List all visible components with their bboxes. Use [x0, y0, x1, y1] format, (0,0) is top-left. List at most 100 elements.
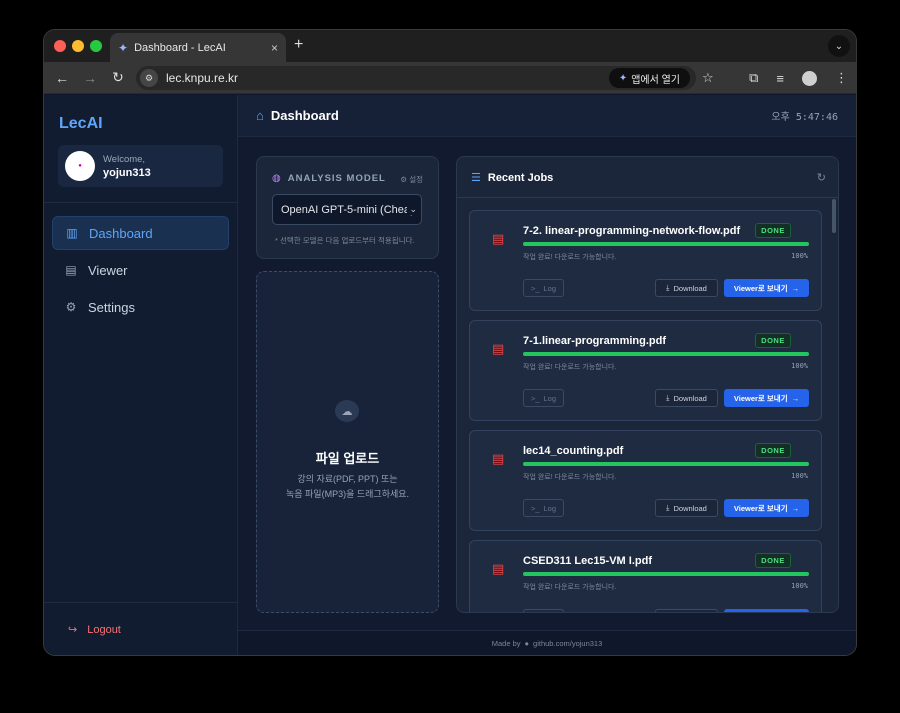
progress-fill [523, 352, 809, 356]
send-to-viewer-label: Viewer로 보내기 [733, 503, 788, 513]
welcome-text: Welcome, [103, 153, 146, 165]
model-settings-link[interactable]: ⚙ 설정 [400, 174, 423, 185]
log-button[interactable]: >_Log [523, 279, 564, 297]
upload-dropzone[interactable]: ☁ 파일 업로드 강의 자료(PDF, PPT) 또는 녹음 파일(MP3)을 … [256, 271, 439, 613]
download-label: Download [673, 283, 707, 293]
sidebar-item-dashboard[interactable]: ▥ Dashboard [52, 216, 229, 250]
new-tab-button[interactable]: + [294, 36, 303, 54]
refresh-icon[interactable]: ↻ [817, 171, 826, 184]
browser-tab[interactable]: ✦ Dashboard - LecAI × [110, 33, 286, 62]
more-menu-icon[interactable]: ⋮ [835, 70, 848, 86]
job-percent: 100% [791, 362, 808, 370]
status-badge: DONE [755, 333, 791, 348]
sidebar-item-label: Dashboard [89, 225, 153, 241]
sidebar-item-settings[interactable]: ⚙ Settings [52, 290, 229, 324]
job-card: ▤ 7-2. linear-programming-network-flow.p… [469, 210, 822, 311]
log-button[interactable]: >_Log [523, 389, 564, 407]
status-badge: DONE [755, 223, 791, 238]
tab-title: Dashboard - LecAI [134, 41, 226, 54]
book-icon: ▤ [65, 263, 77, 277]
model-panel-label: ANALYSIS MODEL [287, 173, 386, 184]
maximize-window-button[interactable] [90, 40, 102, 52]
sidebar-item-viewer[interactable]: ▤ Viewer [52, 253, 229, 287]
sidebar-divider [44, 202, 237, 203]
job-card: ▤ 7-1.linear-programming.pdf DONE 작업 완료!… [469, 320, 822, 421]
address-bar[interactable]: ⚙ lec.knpu.re.kr ✦ 앱에서 열기 [136, 66, 696, 90]
jobs-scrollbar[interactable] [832, 199, 836, 233]
analysis-model-panel: ◍ ANALYSIS MODEL ⚙ 설정 OpenAI GPT-5-mini … [256, 156, 439, 259]
arrow-right-icon: → [791, 503, 800, 513]
extensions-icon[interactable]: ⧉ [749, 70, 758, 86]
toolbar: ← → ↻ ⚙ lec.knpu.re.kr ✦ 앱에서 열기 ☆ ⧉ ≡ ⋮ [44, 62, 856, 94]
close-tab-icon[interactable]: × [271, 41, 278, 55]
send-to-viewer-button[interactable]: Viewer로 보내기→ [724, 279, 809, 297]
send-to-viewer-button[interactable]: Viewer로 보내기→ [724, 389, 809, 407]
progress-fill [523, 462, 809, 466]
model-select[interactable]: OpenAI GPT-5-mini (Cheap ⌄ [272, 194, 422, 225]
brand-logo[interactable]: LecAI [59, 115, 103, 133]
logout-label: Logout [87, 623, 121, 636]
reload-icon[interactable]: ↻ [104, 69, 132, 86]
progress-bar [523, 572, 809, 576]
job-file-name: CSED311 Lec15-VM I.pdf [523, 555, 652, 567]
url-text: lec.knpu.re.kr [166, 71, 239, 85]
tab-search-chevron-icon[interactable]: ⌄ [828, 35, 850, 57]
send-to-viewer-label: Viewer로 보내기 [734, 613, 788, 614]
upload-desc-line: 녹음 파일(MP3)을 드래그하세요. [285, 489, 410, 499]
open-in-app-button[interactable]: ✦ 앱에서 열기 [608, 68, 690, 88]
upload-description: 강의 자료(PDF, PPT) 또는 녹음 파일(MP3)을 드래그하세요. [257, 472, 438, 502]
log-label: Log [543, 503, 557, 513]
terminal-icon: >_ [530, 503, 540, 513]
send-to-viewer-label: Viewer로 보내기 [733, 393, 788, 403]
model-settings-label: 설정 [409, 175, 423, 184]
pdf-file-icon: ▤ [492, 561, 505, 576]
minimize-window-button[interactable] [72, 40, 84, 52]
job-status-text: 작업 완료! 다운로드 가능합니다. [523, 254, 617, 261]
gear-icon: ⚙ [400, 175, 408, 184]
download-button[interactable]: ⤓Download [655, 499, 718, 517]
footer: Made by ● github.com/yojun313 [238, 630, 856, 655]
download-button[interactable]: ⤓Download [655, 389, 718, 407]
recent-jobs-header: ☰ Recent Jobs [471, 171, 553, 185]
github-icon: ● [524, 638, 530, 648]
github-link[interactable]: github.com/yojun313 [533, 639, 602, 648]
bookmark-star-icon[interactable]: ☆ [702, 70, 714, 86]
job-card: ▤ lec14_counting.pdf DONE 작업 완료! 다운로드 가능… [469, 430, 822, 531]
progress-fill [523, 242, 809, 246]
site-info-icon[interactable]: ⚙ [140, 69, 158, 87]
job-file-name: lec14_counting.pdf [523, 445, 624, 457]
pdf-file-icon: ▤ [492, 231, 505, 246]
logout-button[interactable]: ↪ Logout [68, 623, 121, 637]
pdf-file-icon: ▤ [492, 451, 505, 466]
main-content: ⌂ Dashboard 오후 5:47:46 ◍ ANALYSIS MODEL … [238, 95, 856, 655]
forward-arrow-icon[interactable]: → [76, 70, 104, 86]
logout-icon: ↪ [68, 624, 78, 636]
back-arrow-icon[interactable]: ← [48, 70, 76, 86]
media-queue-icon[interactable]: ≡ [776, 71, 784, 86]
download-label: Download [673, 503, 707, 513]
model-panel-header: ◍ ANALYSIS MODEL [272, 173, 386, 184]
made-by-text: Made by [491, 638, 521, 648]
brain-icon: ◍ [272, 173, 281, 184]
download-button[interactable]: ⤓Download [655, 279, 718, 297]
tab-strip: ✦ Dashboard - LecAI × + ⌄ [44, 30, 856, 62]
chevron-down-icon: ⌄ [407, 204, 417, 215]
profile-avatar-icon[interactable] [802, 70, 817, 86]
download-button[interactable]: ⤓Download [655, 609, 718, 612]
model-note: * 선택한 모델은 다음 업로드부터 적용됩니다. [275, 236, 415, 245]
terminal-icon: >_ [530, 393, 540, 403]
log-button[interactable]: >_Log [523, 609, 564, 612]
send-to-viewer-button[interactable]: Viewer로 보내기→ [724, 499, 809, 517]
clock: 오후 5:47:46 [771, 112, 838, 123]
close-window-button[interactable] [54, 40, 66, 52]
log-button[interactable]: >_Log [523, 499, 564, 517]
sidebar-item-label: Settings [88, 299, 135, 315]
open-in-app-label: 앱에서 열기 [631, 74, 680, 86]
toolbar-icons: ⧉ ≡ ⋮ [749, 70, 848, 86]
pdf-file-icon: ▤ [492, 341, 505, 356]
job-status-text: 작업 완료! 다운로드 가능합니다. [523, 584, 617, 591]
job-status-text: 작업 완료! 다운로드 가능합니다. [523, 474, 617, 481]
list-icon: ☰ [471, 172, 481, 184]
send-to-viewer-button[interactable]: Viewer로 보내기→ [724, 609, 809, 614]
arrow-right-icon: → [791, 393, 800, 403]
